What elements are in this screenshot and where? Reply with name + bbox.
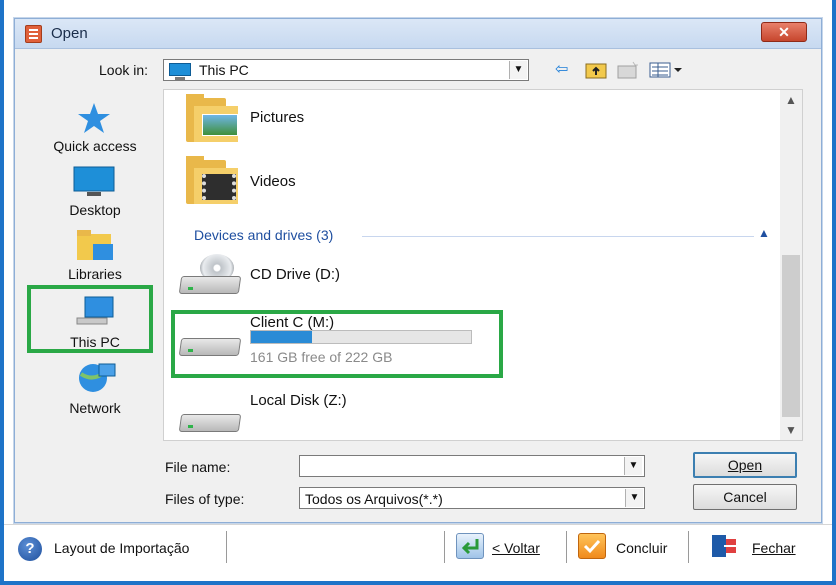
group-divider	[362, 236, 754, 237]
divider	[444, 531, 445, 563]
place-label: Network	[69, 400, 121, 416]
file-list: Pictures Videos Devices and drives (3) ▲…	[163, 89, 803, 441]
help-icon[interactable]: ?	[18, 537, 42, 561]
chevron-down-icon[interactable]: ▼	[624, 457, 642, 475]
this-pc-highlight	[27, 285, 153, 353]
new-folder-icon[interactable]	[617, 61, 639, 79]
divider	[226, 531, 227, 563]
vertical-scrollbar[interactable]: ▲ ▼	[780, 90, 802, 440]
files-of-type-label: Files of type:	[165, 491, 245, 507]
exit-door-icon	[710, 533, 738, 559]
hard-drive-icon	[178, 400, 242, 440]
place-desktop[interactable]: Desktop	[29, 166, 161, 222]
up-folder-icon[interactable]	[585, 61, 607, 79]
chevron-down-icon[interactable]: ▼	[625, 489, 643, 507]
place-libraries[interactable]: Libraries	[29, 230, 161, 286]
list-item-pictures[interactable]: Pictures	[164, 90, 780, 148]
scroll-thumb[interactable]	[782, 255, 800, 417]
back-button[interactable]: < Voltar	[492, 540, 540, 556]
place-quick-access[interactable]: Quick access	[29, 102, 161, 160]
file-name-label: File name:	[165, 459, 231, 475]
computer-icon	[169, 63, 191, 80]
scroll-up-icon[interactable]: ▲	[780, 90, 802, 110]
place-network[interactable]: Network	[29, 362, 161, 418]
network-icon	[79, 363, 116, 392]
bottom-toolbar: ? Layout de Importação < Voltar Concluir…	[4, 524, 832, 568]
libraries-icon	[77, 230, 113, 260]
open-button[interactable]: Open	[693, 452, 797, 478]
chevron-down-icon[interactable]: ▼	[509, 61, 527, 79]
back-arrow-icon[interactable]: ⇦	[555, 61, 568, 79]
client-c-highlight	[171, 310, 503, 378]
scroll-down-icon[interactable]: ▼	[780, 420, 802, 440]
item-name: Videos	[250, 173, 296, 190]
item-name: Pictures	[250, 109, 305, 126]
place-label: Libraries	[68, 266, 122, 282]
places-bar: Quick access Desktop Libraries This PC N…	[29, 94, 161, 446]
files-of-type-value: Todos os Arquivos(*.*)	[305, 491, 443, 507]
videos-folder-icon	[186, 156, 238, 206]
item-name: Local Disk (Z:)	[250, 392, 347, 409]
place-label: Quick access	[53, 138, 137, 154]
look-in-label: Look in:	[99, 62, 149, 78]
check-icon	[578, 533, 606, 559]
dialog-title: Open	[51, 25, 88, 42]
dialog-titlebar: Open ✕	[15, 19, 821, 49]
place-label: Desktop	[69, 202, 121, 218]
close-button[interactable]: ✕	[761, 22, 807, 42]
close-app-button[interactable]: Fechar	[752, 540, 796, 556]
list-item-cd-drive[interactable]: CD Drive (D:)	[164, 250, 780, 302]
list-item-videos[interactable]: Videos	[164, 152, 780, 210]
chevron-up-icon[interactable]: ▲	[758, 226, 770, 240]
cancel-button[interactable]: Cancel	[693, 484, 797, 510]
view-menu-icon[interactable]	[649, 61, 683, 79]
back-arrow-icon	[456, 533, 484, 559]
group-header-devices[interactable]: Devices and drives (3)	[194, 227, 333, 243]
pictures-folder-icon	[186, 94, 238, 144]
divider	[566, 531, 567, 563]
desktop-icon	[73, 166, 115, 196]
cd-drive-icon	[178, 254, 242, 302]
file-name-input[interactable]	[299, 455, 645, 477]
finish-button[interactable]: Concluir	[616, 540, 667, 556]
look-in-value: This PC	[199, 62, 249, 78]
files-of-type-select[interactable]: Todos os Arquivos(*.*) ▼	[299, 487, 645, 509]
list-item-local-disk[interactable]: Local Disk (Z:)	[164, 384, 780, 440]
open-dialog-icon	[25, 25, 42, 43]
open-dialog: Open ✕ Look in: This PC ▼ ⇦ Quick access…	[14, 18, 822, 523]
divider	[688, 531, 689, 563]
look-in-combo[interactable]: This PC ▼	[163, 59, 529, 81]
layout-import-button[interactable]: Layout de Importação	[54, 540, 189, 556]
open-button-label: Open	[727, 457, 763, 473]
star-icon	[78, 103, 110, 133]
item-name: CD Drive (D:)	[250, 266, 340, 283]
